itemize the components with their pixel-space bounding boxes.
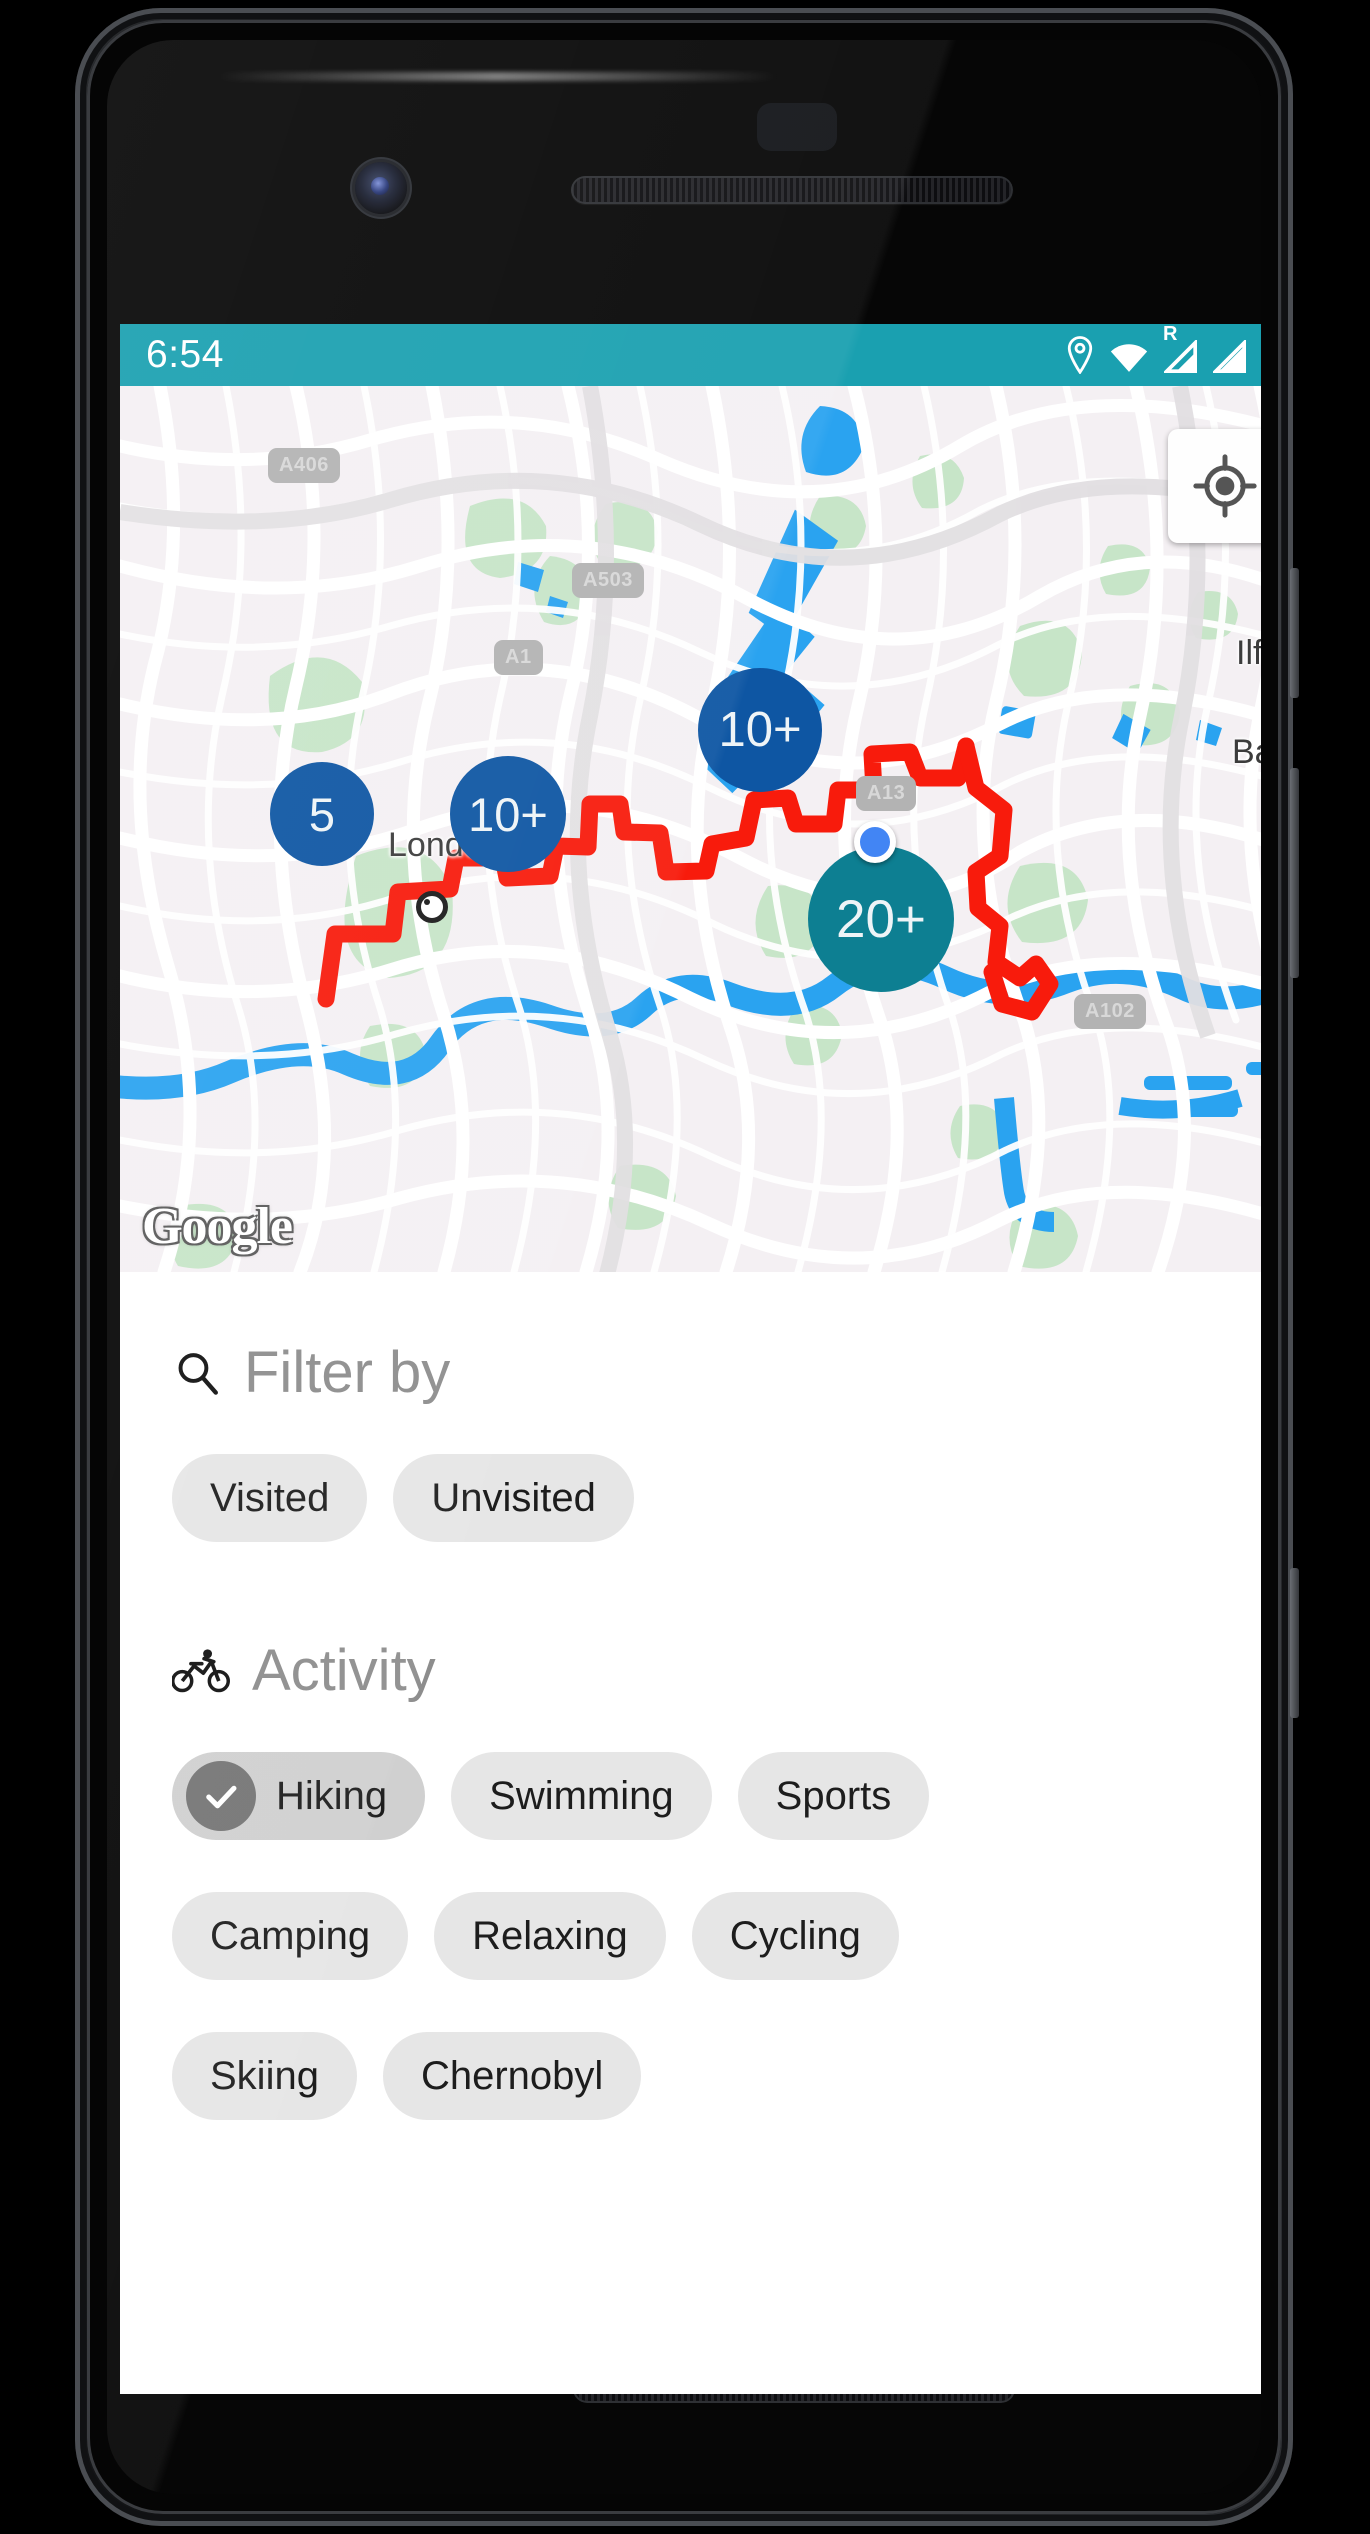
chip-relaxing[interactable]: Relaxing: [434, 1892, 666, 1980]
map-cluster-5[interactable]: 5: [270, 762, 374, 866]
activity-header: Activity: [120, 1642, 1261, 1700]
chip-sports[interactable]: Sports: [737, 1752, 930, 1840]
activity-chip-row-2: Camping Relaxing Cycling: [120, 1892, 1261, 1980]
map-view[interactable]: A406 A503 A1 A13 A102 London Ilford Bark…: [120, 386, 1261, 1272]
cycling-icon: [172, 1649, 230, 1693]
chip-hiking-label: Hiking: [276, 1773, 388, 1818]
chip-skiing[interactable]: Skiing: [172, 2032, 357, 2120]
chip-cycling[interactable]: Cycling: [691, 1892, 899, 1980]
place-label-barking: Barking: [1232, 733, 1261, 771]
status-icon-group: R: [1066, 324, 1261, 374]
map-cluster-20[interactable]: 20+: [808, 846, 954, 992]
power-button[interactable]: [1290, 568, 1299, 698]
my-location-icon: [1193, 454, 1257, 518]
road-label-a13: A13: [856, 776, 917, 811]
filter-chip-row: Visited Unvisited: [120, 1454, 1261, 1542]
filter-by-title: Filter by: [244, 1340, 451, 1405]
filter-sheet: Filter by Visited Unvisited Activity Hik…: [120, 1344, 1261, 2150]
proximity-sensor-icon: [757, 103, 837, 151]
volume-button[interactable]: [1290, 768, 1299, 978]
status-bar: 6:54 R: [120, 324, 1261, 386]
earpiece-speaker-icon: [571, 176, 1013, 204]
phone-device: 6:54 R A406 A503 A1 A13 A102 London Ilf …: [75, 8, 1299, 2526]
chip-chernobyl[interactable]: Chernobyl: [382, 2032, 642, 2120]
chip-swimming[interactable]: Swimming: [451, 1752, 712, 1840]
filter-by-header: Filter by: [120, 1344, 1261, 1402]
wifi-icon: [1110, 344, 1148, 372]
road-label-a102: A102: [1074, 994, 1146, 1029]
place-label-ilford: Ilford: [1236, 634, 1261, 672]
road-label-a406: A406: [268, 448, 340, 483]
map-cluster-10-a[interactable]: 10+: [450, 756, 566, 872]
location-pin-icon: [1067, 336, 1093, 374]
road-label-a1: A1: [494, 640, 543, 675]
city-center-dot: [416, 891, 448, 923]
device-bezel: 6:54 R A406 A503 A1 A13 A102 London Ilf …: [87, 20, 1281, 2514]
phone-screen: 6:54 R A406 A503 A1 A13 A102 London Ilf …: [120, 324, 1261, 2394]
check-icon: [186, 1761, 256, 1831]
status-clock: 6:54: [146, 333, 224, 376]
activity-title: Activity: [252, 1638, 436, 1703]
activity-chip-row-1: Hiking Swimming Sports: [120, 1752, 1261, 1840]
chip-unvisited[interactable]: Unvisited: [393, 1454, 634, 1542]
volume-button-2[interactable]: [1290, 1568, 1299, 1718]
my-location-button[interactable]: [1168, 429, 1261, 543]
signal-bars-2-icon: [1213, 340, 1247, 374]
chip-hiking[interactable]: Hiking: [172, 1752, 426, 1840]
device-glass: 6:54 R A406 A503 A1 A13 A102 London Ilf …: [107, 40, 1261, 2494]
front-camera-icon: [355, 162, 407, 214]
roaming-label: R: [1163, 324, 1178, 345]
chip-visited[interactable]: Visited: [172, 1454, 368, 1542]
user-location-dot: [854, 821, 896, 863]
road-label-a503: A503: [572, 563, 644, 598]
glass-glint: [217, 72, 777, 81]
google-logo: Google: [142, 1198, 293, 1255]
activity-chip-row-3: Skiing Chernobyl: [120, 2032, 1261, 2120]
map-cluster-10-b[interactable]: 10+: [698, 668, 822, 792]
search-icon: [178, 1353, 218, 1395]
chip-camping[interactable]: Camping: [172, 1892, 409, 1980]
